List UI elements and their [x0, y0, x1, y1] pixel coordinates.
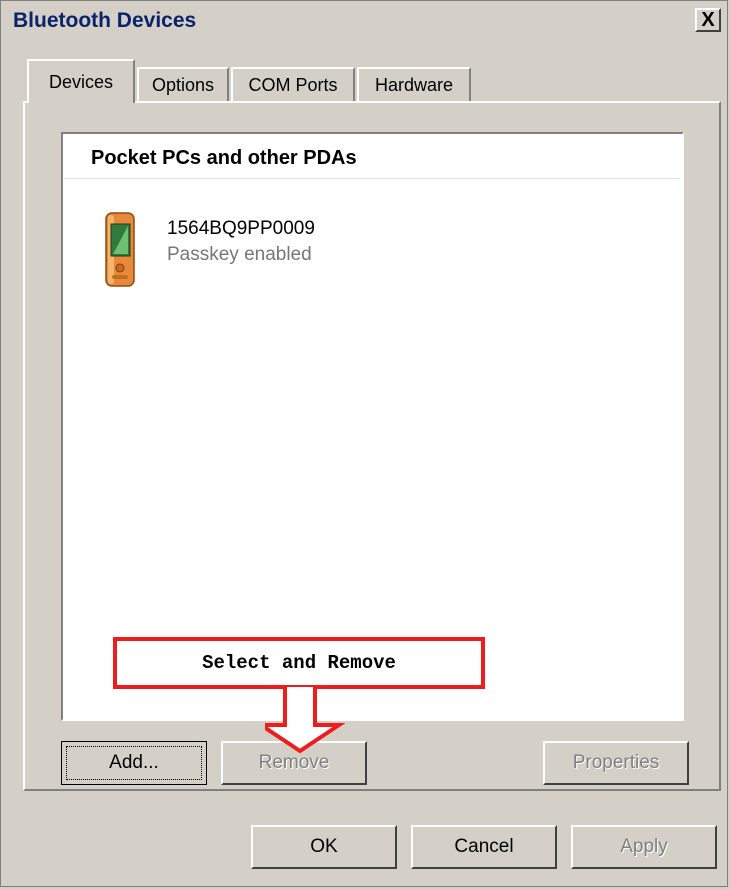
cancel-button-label: Cancel — [454, 836, 514, 857]
remove-button-label: Remove — [258, 752, 330, 773]
ok-button[interactable]: OK — [251, 825, 397, 869]
cancel-button[interactable]: Cancel — [411, 825, 557, 869]
tab-label: Options — [151, 74, 215, 95]
group-header: Pocket PCs and other PDAs — [91, 147, 357, 169]
tab-label: Devices — [48, 71, 114, 92]
device-status: Passkey enabled — [167, 244, 312, 265]
close-button[interactable]: X — [695, 8, 721, 32]
title-bar[interactable]: Bluetooth Devices X — [3, 3, 725, 37]
list-item[interactable]: 1564BQ9PP0009 Passkey enabled — [105, 212, 365, 292]
group-divider — [65, 178, 680, 179]
annotation-text: Select and Remove — [202, 652, 396, 674]
apply-button-label: Apply — [620, 836, 668, 857]
tab-hardware[interactable]: Hardware — [357, 67, 471, 101]
device-name: 1564BQ9PP0009 — [167, 218, 315, 239]
tab-options[interactable]: Options — [137, 67, 229, 101]
properties-button-label: Properties — [572, 752, 660, 773]
ok-button-label: OK — [310, 836, 338, 857]
properties-button[interactable]: Properties — [543, 741, 689, 785]
tab-com-ports[interactable]: COM Ports — [231, 67, 355, 101]
close-icon: X — [701, 9, 715, 31]
tab-label: COM Ports — [248, 74, 338, 95]
tab-label: Hardware — [374, 74, 454, 95]
add-button[interactable]: Add... — [61, 741, 207, 785]
apply-button[interactable]: Apply — [571, 825, 717, 869]
pda-icon — [105, 212, 135, 287]
device-list[interactable]: Pocket PCs and other PDAs 1564BQ9PP0009 … — [61, 132, 684, 721]
annotation-callout: Select and Remove — [113, 637, 485, 689]
focus-rect — [66, 746, 202, 780]
window-title: Bluetooth Devices — [13, 9, 197, 32]
arrow-down-icon — [265, 685, 345, 754]
tab-devices[interactable]: Devices — [27, 59, 135, 103]
bluetooth-devices-window: Bluetooth Devices X Devices Options COM … — [0, 0, 728, 887]
